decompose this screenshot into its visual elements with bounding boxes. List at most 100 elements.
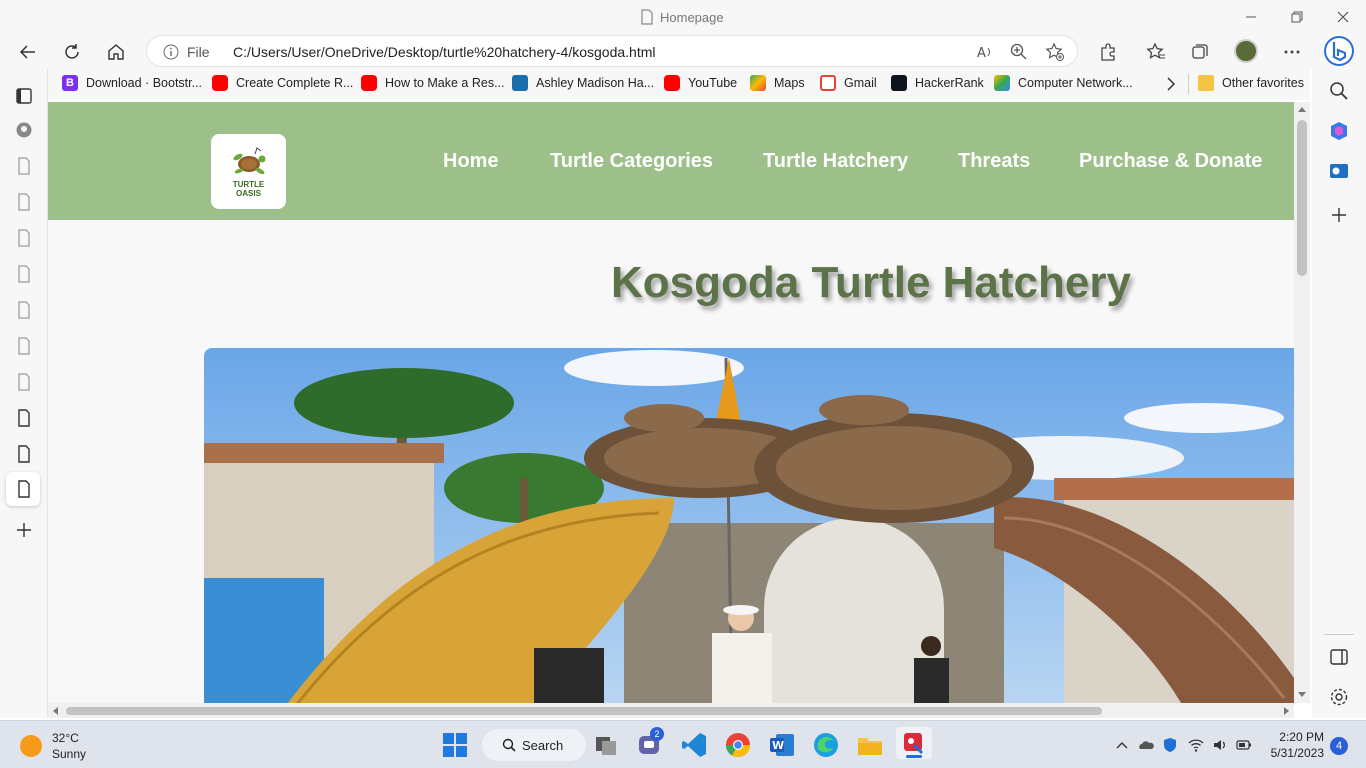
onedrive-icon[interactable] (1138, 737, 1154, 753)
taskbar-search[interactable]: Search (482, 729, 586, 761)
new-tab-icon[interactable] (14, 520, 34, 540)
nav-purchase-donate[interactable]: Purchase & Donate (1079, 150, 1262, 173)
favorite-item[interactable]: Create Complete R... (212, 75, 353, 91)
restore-icon[interactable] (1288, 8, 1306, 26)
scroll-down-icon[interactable] (1298, 690, 1306, 698)
site-info-button[interactable]: File (163, 44, 210, 60)
divider (1188, 74, 1189, 94)
refresh-button[interactable] (59, 39, 85, 65)
home-button[interactable] (103, 39, 129, 65)
github-icon[interactable] (14, 120, 34, 140)
favorites-icon[interactable] (1146, 42, 1166, 62)
battery-icon[interactable] (1236, 737, 1252, 753)
notification-badge[interactable]: 4 (1330, 737, 1348, 755)
collections-icon[interactable] (1190, 42, 1210, 62)
wifi-icon[interactable] (1188, 737, 1204, 753)
other-favorites[interactable]: Other favorites (1198, 75, 1304, 91)
scroll-up-icon[interactable] (1298, 106, 1306, 114)
tab-page-icon[interactable] (14, 192, 34, 212)
edge-icon[interactable] (812, 731, 840, 759)
clock-date: 5/31/2023 (1270, 746, 1324, 760)
scroll-right-icon[interactable] (1282, 707, 1290, 715)
vertical-scrollbar[interactable] (1294, 102, 1310, 703)
tab-page-icon[interactable] (14, 228, 34, 248)
outlook-icon[interactable] (1328, 160, 1350, 182)
favorite-label: Computer Network... (1018, 76, 1133, 90)
minimize-icon[interactable] (1242, 8, 1260, 26)
tab-page-icon[interactable] (14, 336, 34, 356)
active-app-button[interactable] (896, 727, 932, 759)
weather-widget[interactable]: 32°C Sunny (20, 730, 86, 762)
tab-page-icon[interactable] (14, 408, 34, 428)
youtube-icon (664, 75, 680, 91)
nav-turtle-hatchery[interactable]: Turtle Hatchery (763, 150, 908, 173)
favorite-item[interactable]: Ashley Madison Ha... (512, 75, 654, 91)
read-aloud-icon[interactable]: A (975, 42, 995, 62)
hatchery-photo (204, 348, 1294, 703)
url-text[interactable]: C:/Users/User/OneDrive/Desktop/turtle%20… (233, 44, 656, 60)
active-tab[interactable] (6, 472, 40, 506)
tab-page-icon[interactable] (14, 444, 34, 464)
vscode-icon[interactable] (680, 731, 708, 759)
horizontal-scroll-thumb[interactable] (66, 707, 1102, 715)
favorite-item[interactable]: B Download · Bootstr... (62, 75, 202, 91)
settings-gear-icon[interactable] (1328, 686, 1350, 708)
nav-threats[interactable]: Threats (958, 150, 1030, 173)
bootstrap-icon: B (62, 75, 78, 91)
tab-actions-icon[interactable] (14, 86, 34, 106)
maps-icon (750, 75, 766, 91)
favorite-item[interactable]: YouTube (664, 75, 737, 91)
scroll-left-icon[interactable] (52, 707, 60, 715)
file-explorer-icon[interactable] (856, 731, 884, 759)
sidebar-toggle-icon[interactable] (1328, 646, 1350, 668)
favorite-item[interactable]: Maps (750, 75, 805, 91)
more-menu-icon[interactable] (1282, 42, 1302, 62)
horizontal-scrollbar[interactable] (48, 703, 1294, 718)
volume-icon[interactable] (1212, 737, 1228, 753)
gmail-icon (820, 75, 836, 91)
chevron-right-icon[interactable] (1164, 76, 1178, 92)
chrome-icon[interactable] (724, 731, 752, 759)
favorite-item[interactable]: Computer Network... (994, 75, 1133, 91)
teams-badge: 2 (650, 727, 664, 741)
favorite-label: Download · Bootstr... (86, 76, 203, 90)
home-icon (108, 44, 124, 60)
tab-page-icon[interactable] (14, 264, 34, 284)
profile-avatar[interactable] (1234, 39, 1258, 63)
vertical-scroll-thumb[interactable] (1297, 120, 1307, 276)
address-bar[interactable]: File C:/Users/User/OneDrive/Desktop/turt… (146, 35, 1078, 67)
back-arrow-icon (19, 45, 35, 59)
search-icon[interactable] (1328, 80, 1350, 102)
page-icon (641, 9, 653, 25)
zoom-icon[interactable] (1009, 42, 1029, 62)
word-icon[interactable]: W (768, 731, 796, 759)
extensions-icon[interactable] (1098, 42, 1118, 62)
favorites-bar: B Download · Bootstr... Create Complete R… (48, 68, 1310, 100)
windows-start-icon[interactable] (441, 731, 469, 759)
office-icon[interactable] (1328, 120, 1350, 142)
back-button[interactable] (15, 39, 41, 65)
close-icon[interactable] (1334, 8, 1352, 26)
teams-app[interactable]: 2 (636, 727, 664, 759)
task-view-icon[interactable] (592, 731, 620, 759)
active-indicator (906, 755, 922, 758)
site-logo[interactable]: TURTLE OASIS (211, 134, 286, 209)
favorite-item[interactable]: HackerRank (891, 75, 984, 91)
favorite-label: Gmail (844, 76, 877, 90)
defender-icon[interactable] (1162, 737, 1178, 753)
bing-button[interactable] (1324, 36, 1354, 66)
tab-page-icon[interactable] (14, 300, 34, 320)
favorite-item[interactable]: How to Make a Res... (361, 75, 505, 91)
tab-page-icon[interactable] (14, 372, 34, 392)
add-favorite-icon[interactable] (1045, 42, 1065, 62)
system-clock[interactable]: 2:20 PM 5/31/2023 (1266, 729, 1324, 761)
nav-home[interactable]: Home (443, 150, 499, 173)
favorite-item[interactable]: Gmail (820, 75, 877, 91)
nav-turtle-categories[interactable]: Turtle Categories (550, 150, 713, 173)
weather-desc: Sunny (52, 747, 87, 761)
youtube-icon (361, 75, 377, 91)
chevron-up-icon[interactable] (1114, 737, 1130, 753)
search-icon (502, 738, 516, 752)
tab-page-icon[interactable] (14, 156, 34, 176)
add-sidebar-app-icon[interactable] (1328, 204, 1350, 226)
